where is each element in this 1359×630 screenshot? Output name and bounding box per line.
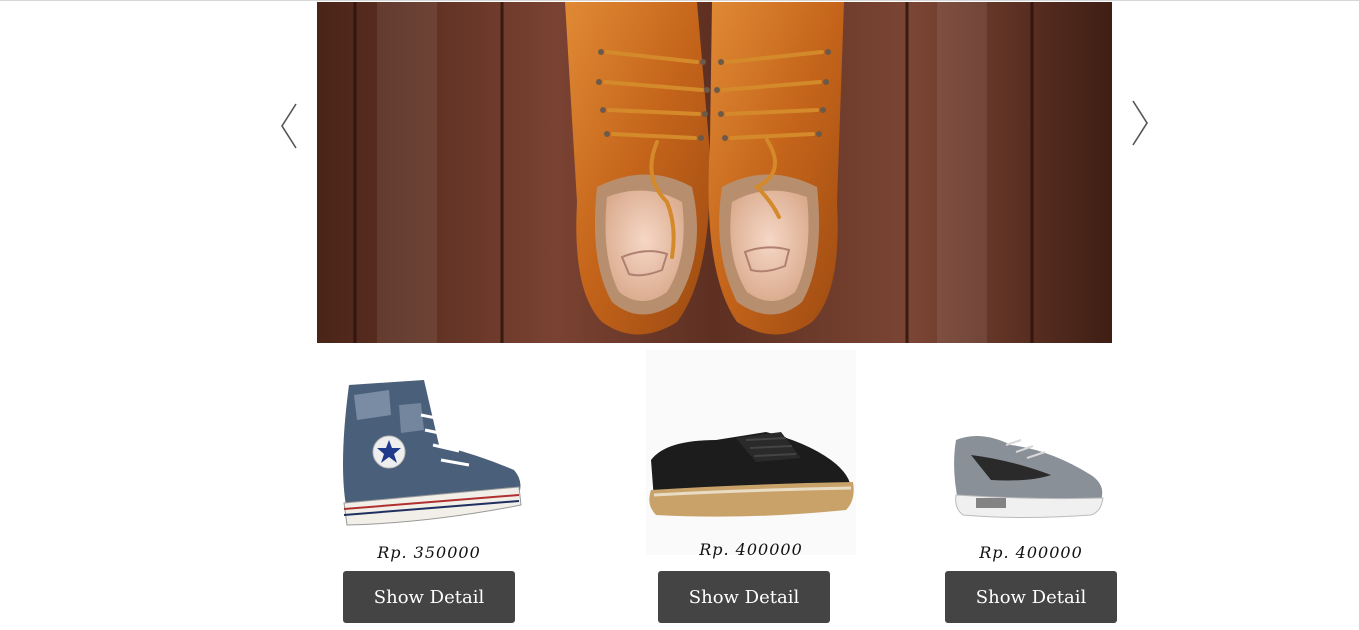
product-price: Rp. 350000 xyxy=(377,543,481,562)
top-divider xyxy=(0,0,1359,1)
chevron-left-icon xyxy=(281,103,297,149)
show-detail-button[interactable]: Show Detail xyxy=(945,571,1117,623)
carousel-prev-button[interactable] xyxy=(278,101,302,151)
product-card: Rp. 350000 Show Detail xyxy=(299,350,559,630)
hero-slide-image xyxy=(317,2,1112,343)
product-card: Rp. 400000 Show Detail xyxy=(901,350,1161,630)
product-card: Rp. 400000 Show Detail xyxy=(621,350,881,630)
show-detail-button[interactable]: Show Detail xyxy=(343,571,515,623)
carousel-next-button[interactable] xyxy=(1129,98,1153,148)
product-image[interactable] xyxy=(621,350,881,555)
chevron-right-icon xyxy=(1132,100,1148,146)
product-image[interactable] xyxy=(901,420,1161,530)
product-image[interactable] xyxy=(299,375,559,535)
show-detail-button[interactable]: Show Detail xyxy=(658,571,830,623)
product-price: Rp. 400000 xyxy=(979,543,1083,562)
product-price: Rp. 400000 xyxy=(699,540,803,559)
